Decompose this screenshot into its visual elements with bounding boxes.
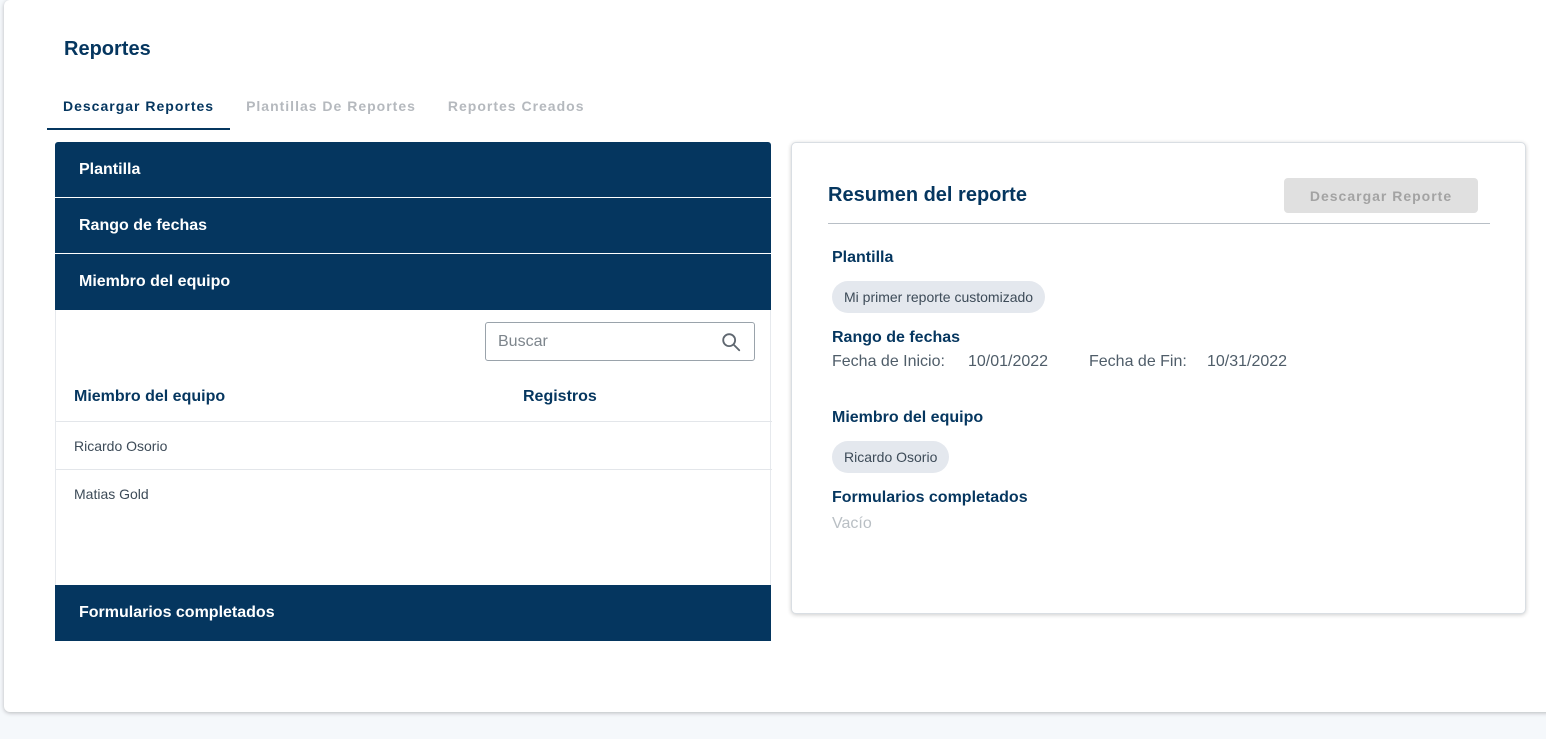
column-header-registros: Registros bbox=[523, 388, 597, 405]
download-report-button[interactable]: Descargar Reporte bbox=[1284, 178, 1478, 213]
tab-bar: Descargar Reportes Plantillas De Reporte… bbox=[47, 92, 600, 130]
accordion-plantilla-label: Plantilla bbox=[79, 160, 141, 178]
start-date-label: Fecha de Inicio: bbox=[832, 353, 945, 370]
accordion-miembro-del-equipo[interactable]: Miembro del equipo bbox=[55, 254, 771, 310]
member-name: Matias Gold bbox=[74, 485, 149, 502]
summary-formularios-label: Formularios completados bbox=[832, 489, 1028, 506]
end-date-value: 10/31/2022 bbox=[1207, 353, 1288, 370]
search-input[interactable]: Buscar bbox=[485, 322, 755, 361]
miembro-chip: Ricardo Osorio bbox=[832, 441, 950, 473]
start-date-value: 10/01/2022 bbox=[968, 353, 1049, 370]
member-name: Ricardo Osorio bbox=[74, 437, 168, 454]
accordion-rango-de-fechas[interactable]: Rango de fechas bbox=[55, 198, 771, 254]
accordion-miembro-label: Miembro del equipo bbox=[79, 273, 231, 290]
accordion-formularios-label: Formularios completados bbox=[79, 604, 275, 621]
plantilla-chip: Mi primer reporte customizado bbox=[832, 281, 1046, 313]
summary-title: Resumen del reporte bbox=[828, 184, 1027, 206]
end-date-label: Fecha de Fin: bbox=[1089, 353, 1187, 370]
summary-miembro-label: Miembro del equipo bbox=[832, 409, 984, 426]
formularios-empty-value: Vacío bbox=[832, 515, 872, 532]
accordion-formularios-completados[interactable]: Formularios completados bbox=[55, 585, 771, 641]
page-title: Reportes bbox=[64, 38, 151, 60]
search-icon[interactable] bbox=[720, 331, 742, 353]
summary-divider bbox=[828, 223, 1490, 224]
summary-plantilla-label: Plantilla bbox=[832, 249, 894, 266]
tab-descargar-reportes[interactable]: Descargar Reportes bbox=[47, 92, 231, 130]
column-header-miembro: Miembro del equipo bbox=[74, 388, 226, 405]
accordion-plantilla[interactable]: Plantilla bbox=[55, 142, 771, 198]
table-row[interactable]: Matias Gold bbox=[56, 469, 772, 517]
accordion-rango-label: Rango de fechas bbox=[79, 216, 208, 234]
report-summary-panel: Resumen del reporte Descargar Reporte Pl… bbox=[791, 142, 1526, 614]
report-config-accordion: Plantilla Rango de fechas Miembro del eq… bbox=[55, 142, 772, 641]
table-row[interactable]: Ricardo Osorio bbox=[56, 421, 772, 469]
miembro-panel-body: Buscar Miembro del equipo Registros Rica… bbox=[55, 310, 772, 585]
summary-rango-label: Rango de fechas bbox=[832, 329, 961, 346]
search-placeholder: Buscar bbox=[498, 332, 548, 350]
tab-reportes-creados[interactable]: Reportes Creados bbox=[432, 92, 601, 130]
tab-plantillas-de-reportes[interactable]: Plantillas De Reportes bbox=[230, 92, 432, 130]
